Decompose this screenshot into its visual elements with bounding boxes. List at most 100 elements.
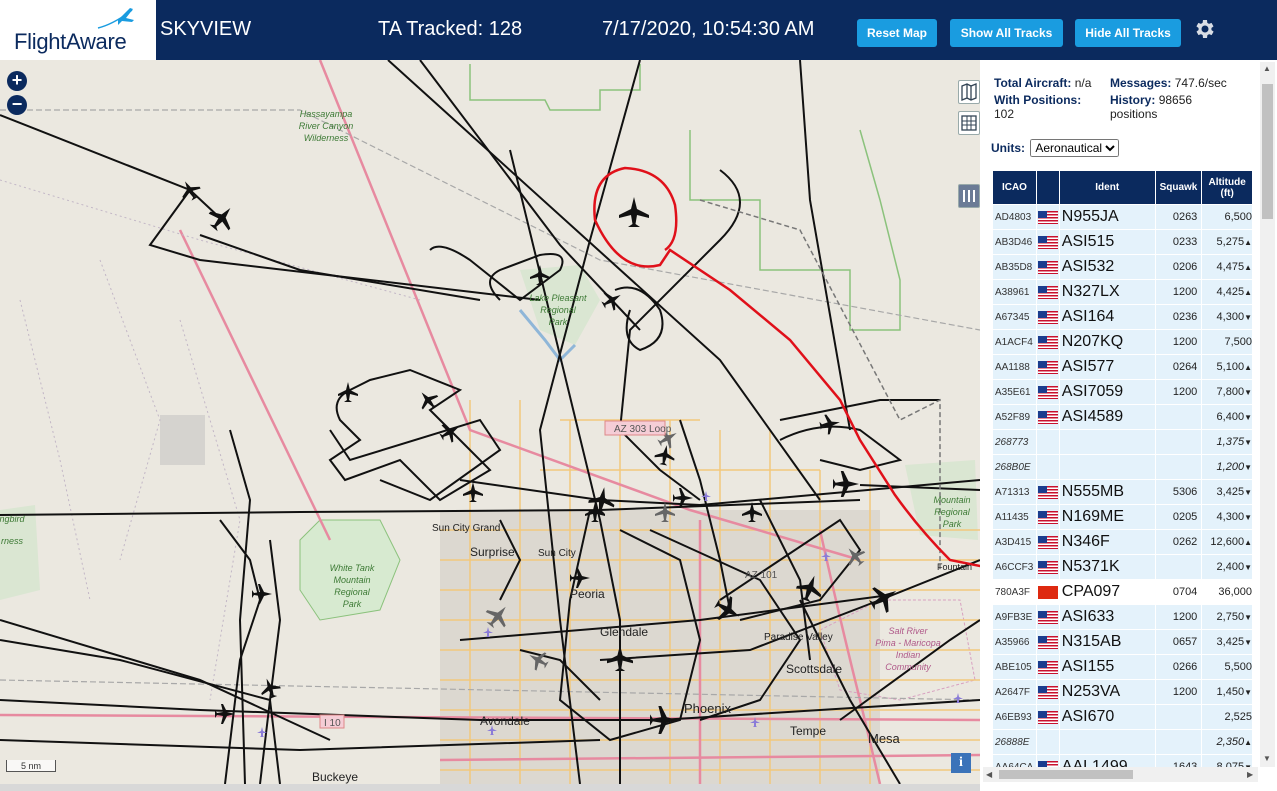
panel-vertical-scrollbar[interactable]: ▲ ▼ — [1260, 62, 1275, 767]
table-row[interactable]: A3D415 N346F 0262 12,600▲ — [993, 530, 1252, 554]
altitude-trend-icon: ▼ — [1244, 313, 1252, 322]
cell-squawk: 0704 — [1155, 580, 1202, 604]
cell-altitude: 5,500 — [1202, 655, 1252, 679]
table-row[interactable]: A35E61 ASI7059 1200 7,800▼ — [993, 380, 1252, 404]
map-label-lake-pleasant-1: Lake Pleasant — [529, 293, 587, 303]
table-row[interactable]: A35966 N315AB 0657 3,425▼ — [993, 630, 1252, 654]
table-row[interactable]: A52F89 ASI4589 6,400▼ — [993, 405, 1252, 429]
us-flag-icon — [1037, 610, 1058, 624]
col-ident[interactable]: Ident — [1059, 171, 1155, 204]
map-footer — [0, 784, 980, 791]
map-label-salt-river-2: Pima - Maricopa — [875, 638, 941, 648]
scale-bar: 5 nm — [6, 760, 56, 772]
map-layers-button[interactable] — [958, 80, 980, 104]
altitude-value: 6,500 — [1224, 211, 1252, 223]
map-label-salt-river-1: Salt River — [888, 626, 928, 636]
altitude-trend-icon: ▲ — [1244, 538, 1252, 547]
altitude-value: 7,500 — [1224, 336, 1252, 348]
cell-flag — [1036, 330, 1059, 354]
map-label-salt-river-3: Indian — [896, 650, 921, 660]
table-row[interactable]: A6EB93 ASI670 2,525 — [993, 705, 1252, 729]
total-aircraft-value: n/a — [1074, 76, 1092, 90]
zoom-out-button[interactable]: − — [7, 95, 27, 115]
cell-ident: N955JA — [1059, 205, 1155, 229]
scroll-right-arrow-icon[interactable]: ▶ — [1247, 770, 1253, 779]
zoom-in-button[interactable]: + — [7, 71, 27, 91]
altitude-value: 2,400 — [1216, 561, 1245, 573]
scroll-up-arrow-icon[interactable]: ▲ — [1263, 64, 1271, 73]
altitude-trend-icon: ▼ — [1244, 513, 1252, 522]
horizontal-scroll-thumb[interactable] — [999, 770, 1133, 779]
altitude-value: 4,300 — [1216, 511, 1245, 523]
columns-toggle-button[interactable] — [958, 184, 980, 208]
panel-horizontal-scrollbar[interactable]: ◀ ▶ — [983, 767, 1258, 782]
tracked-count: TA Tracked: 128 — [378, 18, 523, 40]
col-squawk[interactable]: Squawk — [1155, 171, 1202, 204]
cell-squawk: 0206 — [1155, 255, 1202, 279]
cell-icao: A3D415 — [993, 530, 1036, 554]
table-row[interactable]: A6CCF3 N5371K 2,400▼ — [993, 555, 1252, 579]
cell-squawk: 1200 — [1155, 330, 1202, 354]
cell-flag — [1036, 455, 1059, 479]
table-row[interactable]: AD4803 N955JA 0263 6,500 — [993, 205, 1252, 229]
us-flag-icon — [1037, 285, 1058, 299]
table-row[interactable]: A2647F N253VA 1200 1,450▼ — [993, 680, 1252, 704]
hide-all-tracks-button[interactable]: Hide All Tracks — [1075, 19, 1181, 47]
info-icon[interactable]: i — [951, 753, 971, 773]
app-name: SKYVIEW — [160, 18, 252, 40]
table-row[interactable]: A11435 N169ME 0205 4,300▼ — [993, 505, 1252, 529]
gear-icon[interactable] — [1192, 17, 1216, 41]
scroll-left-arrow-icon[interactable]: ◀ — [986, 770, 992, 779]
cell-squawk: 1200 — [1155, 605, 1202, 629]
table-header-row: ICAO Ident Squawk Altitude (ft) — [993, 171, 1252, 204]
col-icao[interactable]: ICAO — [993, 171, 1036, 204]
cell-flag — [1036, 730, 1059, 754]
table-row[interactable]: 268B0E 1,200▼ — [993, 455, 1252, 479]
flightaware-logo[interactable]: FlightAware — [0, 0, 156, 60]
map-label-lake-pleasant-3: Park — [549, 317, 568, 327]
table-row[interactable]: 780A3F CPA097 0704 36,000 — [993, 580, 1252, 604]
map-label-hassayampa-3: Wilderness — [304, 133, 349, 143]
cell-flag — [1036, 555, 1059, 579]
map-label-white-tank-4: Park — [343, 599, 362, 609]
cell-altitude: 1,375▼ — [1202, 430, 1252, 454]
vertical-scroll-thumb[interactable] — [1262, 84, 1273, 219]
map-view[interactable]: AZ 303 Loop I 10 AZ 101 Sun City Grand S… — [0, 60, 980, 784]
table-row[interactable]: 268773 1,375▼ — [993, 430, 1252, 454]
table-row[interactable]: 26888E 2,350▲ — [993, 730, 1252, 754]
grid-toggle-button[interactable] — [958, 111, 980, 135]
aircraft-icon — [819, 414, 840, 435]
table-row[interactable]: AB3D46 ASI515 0233 5,275▲ — [993, 230, 1252, 254]
reset-map-button[interactable]: Reset Map — [857, 19, 937, 47]
altitude-value: 5,500 — [1224, 661, 1252, 673]
table-row[interactable]: A38961 N327LX 1200 4,425▲ — [993, 280, 1252, 304]
units-select[interactable]: Aeronautical — [1030, 139, 1120, 157]
col-altitude[interactable]: Altitude (ft) — [1202, 171, 1252, 204]
table-row[interactable]: A71313 N555MB 5306 3,425▼ — [993, 480, 1252, 504]
show-all-tracks-button[interactable]: Show All Tracks — [950, 19, 1063, 47]
map-label-white-tank-3: Regional — [334, 587, 371, 597]
cell-ident: ASI7059 — [1059, 380, 1155, 404]
cell-icao: 780A3F — [993, 580, 1036, 604]
col-flag[interactable] — [1036, 171, 1059, 204]
table-row[interactable]: A1ACF4 N207KQ 1200 7,500 — [993, 330, 1252, 354]
cell-ident: N346F — [1059, 530, 1155, 554]
table-row[interactable]: ABE105 ASI155 0266 5,500 — [993, 655, 1252, 679]
us-flag-icon — [1037, 335, 1058, 349]
cell-altitude: 6,500 — [1202, 205, 1252, 229]
table-row[interactable]: AB35D8 ASI532 0206 4,475▲ — [993, 255, 1252, 279]
aircraft-table-body: AD4803 N955JA 0263 6,500 AB3D46 ASI515 0233 5,2… — [993, 205, 1252, 779]
scroll-down-arrow-icon[interactable]: ▼ — [1263, 754, 1271, 763]
top-bar: FlightAware SKYVIEW TA Tracked: 128 7/17… — [0, 0, 1277, 60]
map-layers-icon — [961, 83, 977, 101]
map-label-peoria: Peoria — [570, 587, 605, 601]
table-row[interactable]: A9FB3E ASI633 1200 2,750▼ — [993, 605, 1252, 629]
table-row[interactable]: A67345 ASI164 0236 4,300▼ — [993, 305, 1252, 329]
table-row[interactable]: AA1188 ASI577 0264 5,100▲ — [993, 355, 1252, 379]
cell-ident: ASI515 — [1059, 230, 1155, 254]
cell-icao: 268B0E — [993, 455, 1036, 479]
cell-flag — [1036, 305, 1059, 329]
altitude-trend-icon: ▲ — [1244, 238, 1252, 247]
cell-ident: N5371K — [1059, 555, 1155, 579]
us-flag-icon — [1037, 660, 1058, 674]
